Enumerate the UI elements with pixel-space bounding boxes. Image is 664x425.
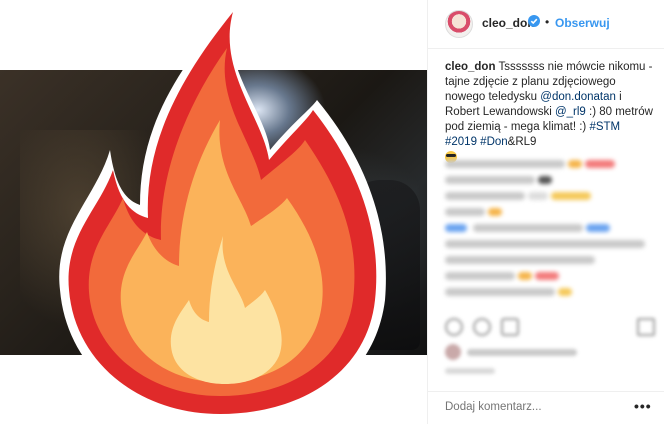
likes-summary-blurred — [445, 344, 655, 374]
comment-row — [445, 272, 655, 280]
mention-don-donatan[interactable]: @don.donatan — [540, 91, 616, 103]
username-link[interactable]: cleo_don — [482, 16, 535, 30]
save-icon[interactable] — [637, 318, 655, 336]
comment-row — [445, 160, 655, 168]
comment-row — [445, 224, 655, 232]
caption-text-4: &RL9 — [507, 136, 537, 148]
follow-button[interactable]: Obserwuj — [555, 16, 610, 30]
comment-bar: ••• — [428, 391, 664, 425]
separator-dot: • — [545, 15, 550, 29]
more-options-icon[interactable]: ••• — [634, 398, 652, 414]
avatar[interactable] — [445, 10, 473, 38]
post-media[interactable] — [0, 0, 427, 424]
verified-badge-icon — [528, 15, 540, 27]
comment-row — [445, 176, 655, 184]
comment-icon[interactable] — [473, 318, 491, 336]
post-header: cleo_don • Obserwuj — [428, 0, 664, 49]
comment-input[interactable] — [445, 401, 615, 413]
mention-rl9[interactable]: @_rl9 — [555, 106, 586, 118]
comment-row — [445, 256, 655, 264]
comment-row — [445, 288, 655, 296]
post-actions — [445, 318, 655, 338]
like-icon[interactable] — [445, 318, 463, 336]
post-caption: cleo_don Tsssssss nie mówcie nikomu - ta… — [445, 60, 655, 165]
comment-row — [445, 208, 655, 216]
comments-list-blurred — [445, 160, 655, 304]
fire-emoji-icon — [59, 4, 386, 424]
caption-username[interactable]: cleo_don — [445, 61, 495, 73]
post-sidebar: cleo_don • Obserwuj cleo_don Tsssssss ni… — [427, 0, 664, 424]
comment-row — [445, 240, 655, 248]
comment-row — [445, 192, 655, 200]
share-icon[interactable] — [501, 318, 519, 336]
